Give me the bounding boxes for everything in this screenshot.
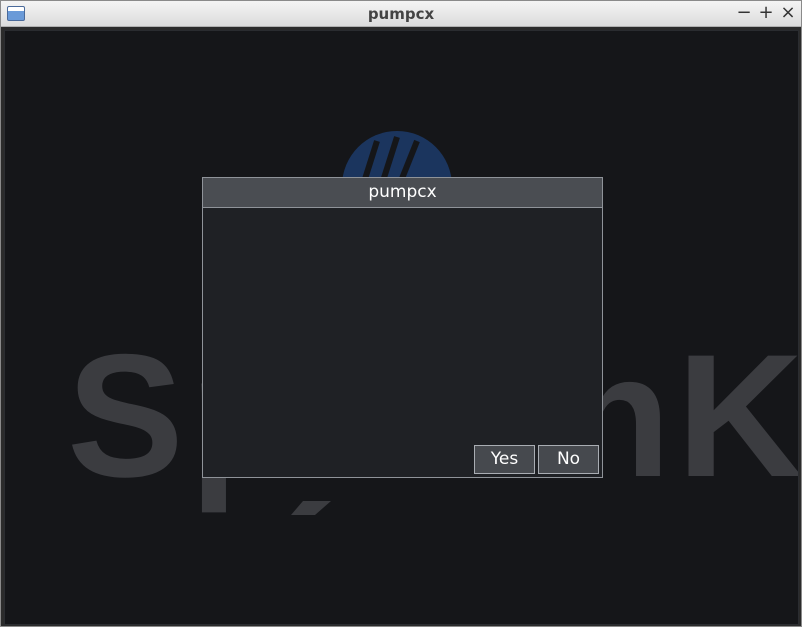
maximize-button[interactable]: + — [757, 3, 775, 23]
no-button[interactable]: No — [538, 445, 599, 474]
confirm-dialog: pumpcx Yes No — [202, 177, 603, 478]
app-window: pumpcx − + × SplashKit pumpcx Yes No — [0, 0, 802, 627]
minimize-button[interactable]: − — [735, 3, 753, 23]
game-canvas: SplashKit pumpcx Yes No — [4, 30, 799, 625]
yes-button[interactable]: Yes — [474, 445, 535, 474]
dialog-title: pumpcx — [368, 182, 437, 202]
close-button[interactable]: × — [779, 3, 797, 23]
window-titlebar[interactable]: pumpcx − + × — [1, 1, 801, 27]
dialog-header: pumpcx — [203, 178, 602, 208]
window-title: pumpcx — [367, 5, 435, 23]
